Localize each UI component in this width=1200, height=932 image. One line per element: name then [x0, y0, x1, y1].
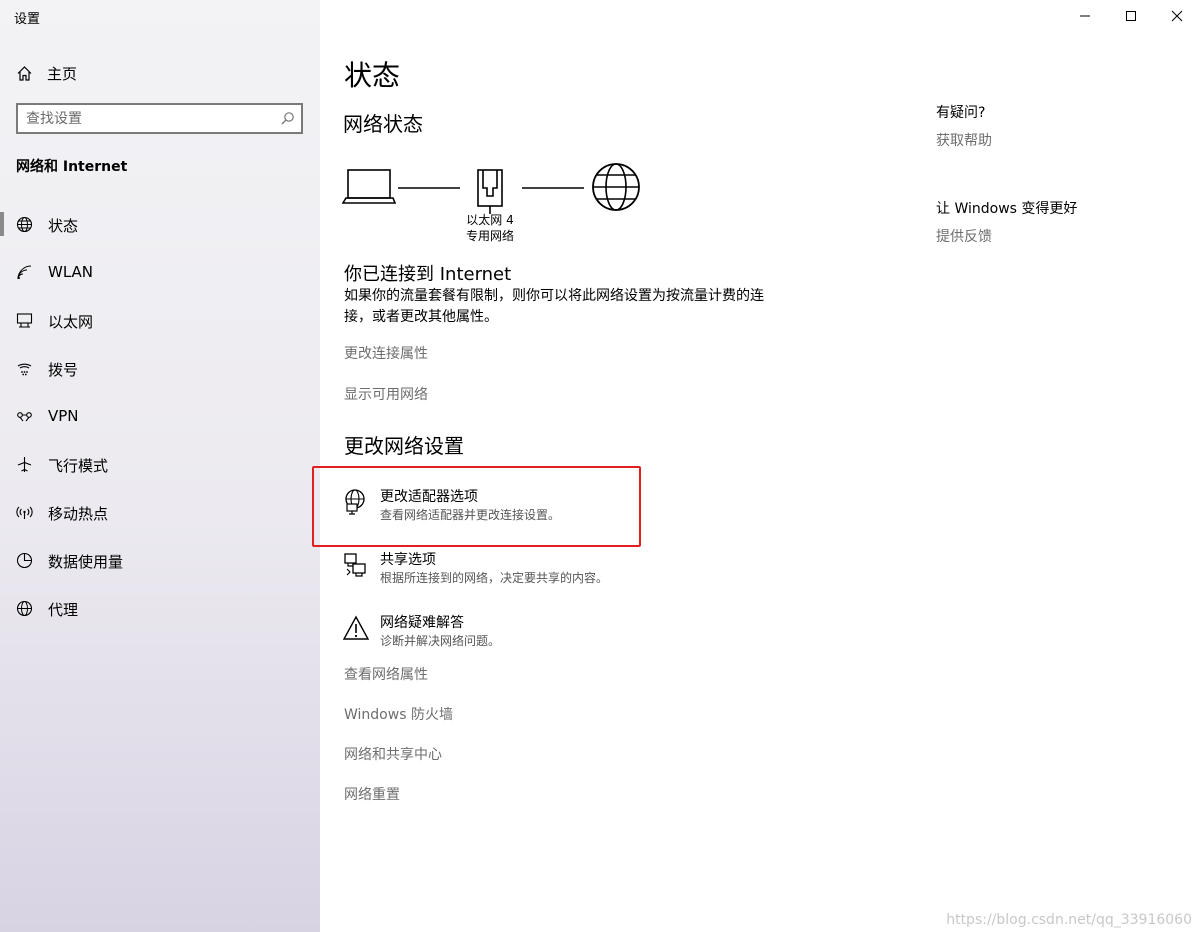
network-reset-link[interactable]: 网络重置 [344, 784, 400, 804]
search-icon[interactable] [280, 111, 295, 126]
close-button[interactable] [1162, 4, 1192, 28]
connection-status-title: 你已连接到 Internet [344, 264, 512, 285]
data-usage-icon [16, 552, 33, 569]
warning-icon [342, 615, 370, 640]
vpn-icon [17, 412, 32, 422]
network-type: 专用网络 [465, 229, 514, 243]
show-available-networks-link[interactable]: 显示可用网络 [344, 384, 428, 404]
sidebar-item-status[interactable]: 状态 [0, 204, 320, 244]
section-title: 网络和 Internet [16, 159, 128, 175]
sidebar-item-label: 代理 [48, 601, 79, 619]
home-label: 主页 [47, 64, 78, 83]
dialup-icon [17, 363, 32, 376]
adapter-label: 以太网 4 专用网络 [450, 212, 530, 244]
wifi-icon [17, 265, 32, 280]
get-help-link[interactable]: 获取帮助 [936, 130, 992, 150]
sidebar-item-vpn[interactable]: VPN [0, 396, 320, 436]
sidebar-item-hotspot[interactable]: 移动热点 [0, 492, 320, 532]
home-icon [17, 65, 32, 81]
network-sharing-center-link[interactable]: 网络和共享中心 [344, 744, 442, 764]
give-feedback-link[interactable]: 提供反馈 [936, 226, 992, 246]
change-connection-properties-link[interactable]: 更改连接属性 [344, 343, 428, 363]
sharing-icon [344, 553, 366, 577]
sidebar-item-label: 数据使用量 [48, 553, 124, 571]
sidebar-item-label: WLAN [48, 263, 94, 281]
option-description: 根据所连接到的网络，决定要共享的内容。 [380, 571, 609, 585]
view-network-properties-link[interactable]: 查看网络属性 [344, 664, 428, 684]
sidebar-item-proxy[interactable]: 代理 [0, 588, 320, 628]
question-heading: 有疑问? [936, 105, 986, 121]
globe-status-icon [16, 216, 33, 233]
airplane-icon [17, 457, 32, 472]
app-title: 设置 [14, 12, 41, 27]
sidebar-item-label: 状态 [48, 217, 79, 235]
sidebar-item-data-usage[interactable]: 数据使用量 [0, 540, 320, 580]
windows-firewall-link[interactable]: Windows 防火墙 [344, 704, 453, 724]
minimize-icon [1080, 15, 1090, 17]
close-icon [1171, 10, 1183, 22]
sidebar-item-label: 飞行模式 [48, 457, 109, 475]
maximize-button[interactable] [1116, 4, 1146, 28]
search-box[interactable] [16, 103, 303, 134]
hotspot-icon [16, 506, 33, 519]
option-description: 诊断并解决网络问题。 [380, 634, 501, 648]
connection-line-right [522, 187, 584, 189]
connection-line-left [398, 187, 460, 189]
page-title: 状态 [344, 59, 401, 92]
sidebar: 设置 主页 网络和 Internet 状态 WLAN [0, 0, 320, 932]
highlight-box [312, 466, 641, 547]
maximize-icon [1126, 11, 1136, 21]
change-settings-heading: 更改网络设置 [344, 434, 464, 458]
internet-globe-icon [592, 163, 640, 211]
sidebar-item-airplane[interactable]: 飞行模式 [0, 444, 320, 484]
option-title: 网络疑难解答 [380, 615, 464, 631]
minimize-button[interactable] [1070, 4, 1100, 28]
ethernet-port-icon [477, 169, 503, 214]
globe-icon [16, 600, 33, 617]
sidebar-item-label: 拨号 [48, 361, 79, 379]
watermark: https://blog.csdn.net/qq_33916060 [946, 912, 1192, 928]
sidebar-item-label: VPN [48, 407, 79, 425]
sidebar-item-wlan[interactable]: WLAN [0, 252, 320, 292]
home-nav-item[interactable]: 主页 [16, 62, 77, 84]
laptop-icon [342, 169, 397, 204]
sidebar-item-ethernet[interactable]: 以太网 [0, 300, 320, 340]
improve-windows-heading: 让 Windows 变得更好 [936, 201, 1078, 217]
sidebar-item-label: 移动热点 [48, 505, 109, 523]
sidebar-item-label: 以太网 [48, 313, 94, 331]
sharing-options[interactable]: 共享选项 根据所连接到的网络，决定要共享的内容。 [340, 549, 640, 593]
network-troubleshooter[interactable]: 网络疑难解答 诊断并解决网络问题。 [340, 612, 640, 656]
search-input[interactable] [26, 110, 271, 128]
network-status-heading: 网络状态 [343, 112, 423, 136]
adapter-name: 以太网 4 [466, 213, 514, 227]
option-title: 共享选项 [380, 552, 436, 568]
sidebar-item-dialup[interactable]: 拨号 [0, 348, 320, 388]
ethernet-icon [16, 313, 33, 328]
connection-status-description: 如果你的流量套餐有限制，则你可以将此网络设置为按流量计费的连接，或者更改其他属性… [344, 288, 764, 325]
